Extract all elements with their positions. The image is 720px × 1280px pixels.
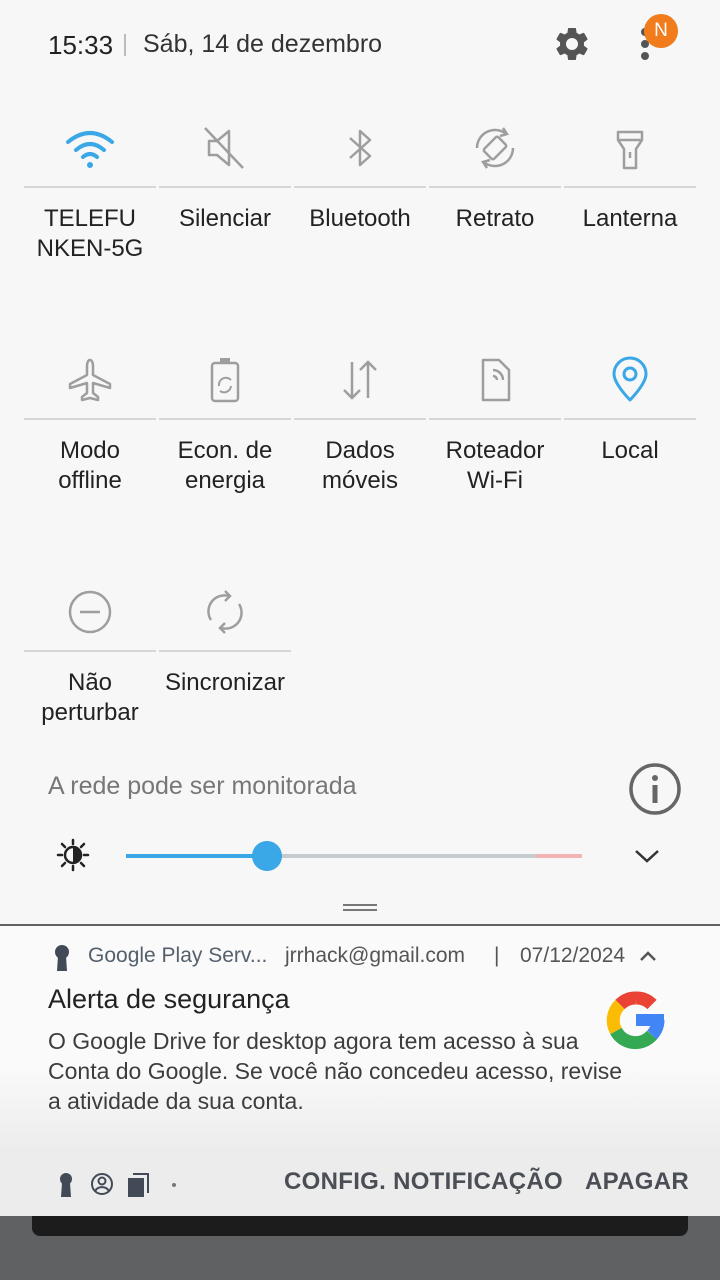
drag-handle-icon[interactable] [343, 903, 377, 913]
status-header: 15:33 Sáb, 14 de dezembro N [0, 0, 720, 90]
tile-divider [429, 186, 561, 188]
tile-divider [564, 418, 696, 420]
tile-location[interactable]: Local [564, 332, 696, 552]
tile-divider [564, 186, 696, 188]
settings-gear-icon[interactable] [552, 24, 592, 64]
tile-label: Lanterna [582, 205, 678, 232]
tile-divider [24, 186, 156, 188]
clear-button[interactable]: APAGAR [585, 1168, 689, 1196]
mobile-data-icon [343, 360, 377, 400]
date-label: Sáb, 14 de dezembro [143, 30, 383, 58]
chevron-up-icon[interactable] [638, 948, 658, 964]
tile-wifi[interactable]: TELEFU NKEN-5G [24, 100, 156, 320]
tile-airplane[interactable]: Modo offline [24, 332, 156, 552]
brightness-icon[interactable] [56, 838, 90, 872]
tile-divider [159, 418, 291, 420]
tile-divider [159, 650, 291, 652]
do-not-disturb-icon [68, 590, 112, 634]
flashlight-icon [616, 130, 644, 170]
notification-card[interactable]: Google Play Serv... jrrhack@gmail.com | … [0, 926, 720, 1152]
tile-label: Econ. de energia [177, 437, 273, 494]
notification-badge: N [644, 14, 678, 48]
sync-icon [207, 590, 243, 634]
tile-battery-saver[interactable]: Econ. de energia [159, 332, 291, 552]
network-monitored-text: A rede pode ser monitorada [48, 772, 357, 800]
airplane-icon [68, 358, 112, 402]
tile-mute[interactable]: Silenciar [159, 100, 291, 320]
bluetooth-icon [349, 129, 372, 167]
tile-divider [294, 186, 426, 188]
tile-divider [24, 418, 156, 420]
notification-actions: CONFIG. NOTIFICAÇÃO APAGAR [0, 1152, 720, 1216]
tile-label: Modo offline [58, 437, 122, 494]
tile-label: Silenciar [178, 205, 272, 232]
brightness-slider-thumb[interactable] [252, 841, 282, 871]
files-icon [128, 1173, 149, 1197]
tile-label: TELEFU NKEN-5G [36, 205, 144, 262]
tile-label: Dados móveis [321, 437, 399, 494]
next-notification-card [32, 1216, 688, 1236]
tile-rotate[interactable]: Retrato [429, 100, 561, 320]
brightness-track-filled [126, 854, 266, 858]
notification-settings-button[interactable]: CONFIG. NOTIFICAÇÃO [284, 1168, 563, 1196]
account-icon [91, 1173, 113, 1195]
tile-label: Local [601, 437, 659, 464]
battery-saver-icon [210, 358, 240, 403]
clock: 15:33 [48, 30, 114, 60]
tile-mobile-data[interactable]: Dados móveis [294, 332, 426, 552]
tile-bluetooth[interactable]: Bluetooth [294, 100, 426, 320]
google-logo-icon [606, 991, 665, 1050]
hotspot-icon [481, 358, 511, 402]
notification-date: 07/12/2024 [520, 944, 626, 967]
tile-label: Retrato [455, 205, 535, 232]
tile-divider [294, 418, 426, 420]
notification-separator: | [494, 944, 500, 967]
tile-flashlight[interactable]: Lanterna [564, 100, 696, 320]
keyhole-icon [60, 1173, 72, 1197]
notification-body: O Google Drive for desktop agora tem ace… [48, 1028, 623, 1114]
brightness-track-high [536, 854, 582, 858]
tile-label: Não perturbar [41, 669, 139, 726]
mute-icon [204, 127, 244, 169]
header-divider [124, 34, 126, 56]
tile-hotspot[interactable]: Roteador Wi-Fi [429, 332, 561, 552]
tile-divider [429, 418, 561, 420]
chevron-down-icon[interactable] [632, 842, 662, 870]
notification-title: Alerta de segurança [48, 984, 290, 1014]
rotate-icon [475, 127, 515, 169]
location-icon [612, 356, 648, 402]
notification-panel: 15:33 Sáb, 14 de dezembro N TELEFU NKEN-… [0, 0, 720, 924]
info-icon[interactable] [628, 762, 682, 816]
tile-sync[interactable]: Sincronizar [159, 564, 291, 784]
tile-label: Roteador Wi-Fi [445, 437, 545, 494]
tile-label: Bluetooth [309, 205, 411, 232]
notification-app-name: Google Play Serv... [88, 944, 268, 967]
tile-label: Sincronizar [164, 669, 286, 696]
tile-do-not-disturb[interactable]: Não perturbar [24, 564, 156, 784]
tile-divider [159, 186, 291, 188]
keyhole-icon [55, 945, 69, 971]
brightness-track[interactable] [266, 854, 536, 858]
more-dot [172, 1183, 176, 1187]
wifi-icon [66, 131, 114, 168]
tile-divider [24, 650, 156, 652]
notification-account: jrrhack@gmail.com [285, 944, 466, 967]
